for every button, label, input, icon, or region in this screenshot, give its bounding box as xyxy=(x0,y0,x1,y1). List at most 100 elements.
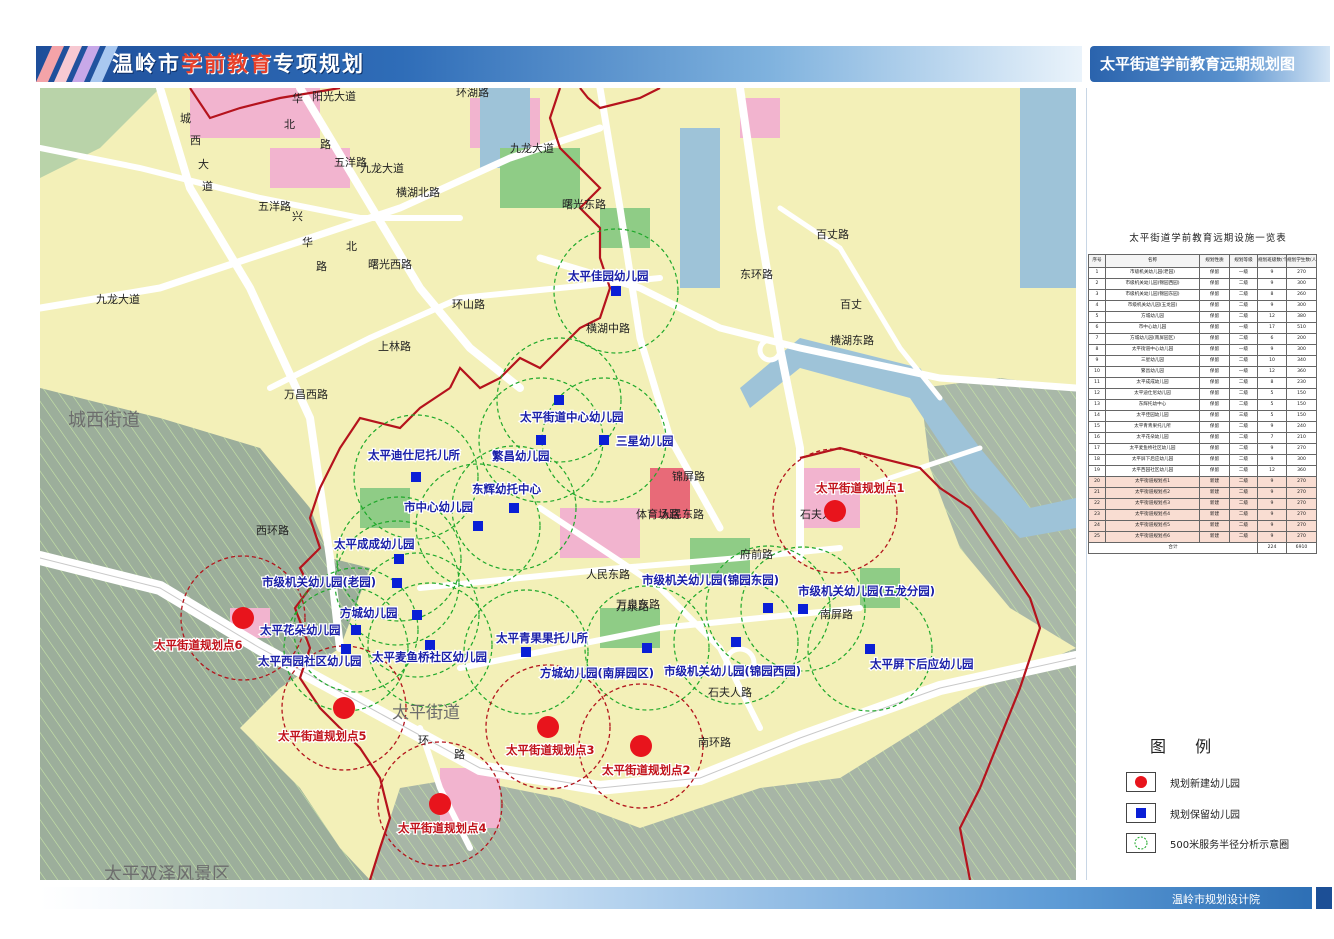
header-title-part: 学前教育 xyxy=(181,52,273,76)
table-cell: 300 xyxy=(1286,300,1317,312)
table-cell: 230 xyxy=(1286,377,1317,389)
table-cell: 新建 xyxy=(1199,531,1230,543)
road-label: 万昌西路 xyxy=(284,388,328,401)
new-kindergarten-marker[interactable] xyxy=(537,716,559,738)
table-cell: 12 xyxy=(1257,465,1287,477)
keep-kindergarten-marker[interactable] xyxy=(341,644,351,654)
table-cell: 20 xyxy=(1088,476,1106,488)
keep-kindergarten-marker[interactable] xyxy=(642,643,652,653)
keep-kindergarten-marker[interactable] xyxy=(425,640,435,650)
table-cell: 19 xyxy=(1088,465,1106,477)
table-cell: 21 xyxy=(1088,487,1106,499)
table-cell: 太平街道规划点6 xyxy=(1105,531,1200,543)
table-cell: 9 xyxy=(1257,476,1287,488)
table-total-cell: 合计 xyxy=(1088,542,1258,554)
road-label: 横湖东路 xyxy=(830,333,874,347)
table-cell: 14 xyxy=(1088,410,1106,422)
table-row: 24 太平街道规划点5 新建 二级 9 270 xyxy=(1088,520,1317,532)
table-cell: 保留 xyxy=(1199,377,1230,389)
table-cell: 9 xyxy=(1257,300,1287,312)
keep-kindergarten-marker[interactable] xyxy=(554,395,564,405)
table-row: 2 市级机关幼儿园(锦园西园) 保留 二级 9 300 xyxy=(1088,278,1317,290)
table-cell: 方城幼儿园 xyxy=(1105,311,1200,323)
keep-kindergarten-marker[interactable] xyxy=(473,521,483,531)
keep-kindergarten-marker[interactable] xyxy=(521,647,531,657)
table-cell: 太平街道规划点3 xyxy=(1105,498,1200,510)
keep-kindergarten-marker[interactable] xyxy=(394,554,404,564)
new-kindergarten-label: 太平街道规划点2 xyxy=(601,763,691,777)
keep-kindergarten-label: 太平西园社区幼儿园 xyxy=(257,654,362,668)
table-cell: 保留 xyxy=(1199,278,1230,290)
road-label: 大 xyxy=(198,157,209,171)
legend-blue-square-icon xyxy=(1126,803,1156,823)
road-label: 北 xyxy=(284,118,295,131)
table-cell: 10 xyxy=(1257,355,1287,367)
keep-kindergarten-marker[interactable] xyxy=(865,644,875,654)
road-label: 五洋路 xyxy=(258,199,291,213)
table-cell: 270 xyxy=(1286,267,1317,279)
table-cell: 保留 xyxy=(1199,465,1230,477)
keep-kindergarten-marker[interactable] xyxy=(412,610,422,620)
table-cell: 二级 xyxy=(1229,476,1258,488)
table-cell: 17 xyxy=(1257,322,1287,334)
keep-kindergarten-marker[interactable] xyxy=(731,637,741,647)
new-kindergarten-marker[interactable] xyxy=(429,793,451,815)
table-cell: 二级 xyxy=(1229,509,1258,521)
table-cell: 保留 xyxy=(1199,454,1230,466)
table-cell: 9 xyxy=(1257,443,1287,455)
table-cell: 510 xyxy=(1286,322,1317,334)
table-cell: 太平青青果托儿所 xyxy=(1105,421,1200,433)
table-cell: 270 xyxy=(1286,498,1317,510)
new-kindergarten-label: 太平街道规划点6 xyxy=(153,638,243,652)
new-kindergarten-marker[interactable] xyxy=(232,607,254,629)
new-kindergarten-marker[interactable] xyxy=(333,697,355,719)
district-label: 太平双泽风景区 xyxy=(104,864,230,880)
legend-label: 规划新建幼儿园 xyxy=(1170,779,1240,790)
table-cell: 太平佳园幼儿园 xyxy=(1105,410,1200,422)
map-canvas[interactable]: 城西街道太平街道太平双泽风景区 阳光大道华北路城西大道五洋路五洋路横湖北路九龙大… xyxy=(40,88,1076,880)
keep-kindergarten-label: 太平佳园幼儿园 xyxy=(567,269,649,283)
table-cell: 保留 xyxy=(1199,344,1230,356)
table-cell: 360 xyxy=(1286,465,1317,477)
table-row: 17 太平麦鱼桥社区幼儿园 保留 二级 9 270 xyxy=(1088,443,1317,455)
table-cell: 新建 xyxy=(1199,476,1230,488)
keep-kindergarten-marker[interactable] xyxy=(599,435,609,445)
new-kindergarten-label: 太平街道规划点5 xyxy=(277,729,367,743)
keep-kindergarten-marker[interactable] xyxy=(611,286,621,296)
keep-kindergarten-marker[interactable] xyxy=(536,435,546,445)
table-total-cell: 6910 xyxy=(1286,542,1317,554)
table-cell: 300 xyxy=(1286,454,1317,466)
table-cell: 5 xyxy=(1088,311,1106,323)
table-cell: 7 xyxy=(1088,333,1106,345)
table-cell: 市级机关幼儿园(锦园东园) xyxy=(1105,289,1200,301)
road-label: 路 xyxy=(320,138,331,151)
keep-kindergarten-label: 方城幼儿园 xyxy=(340,606,398,620)
keep-kindergarten-marker[interactable] xyxy=(411,472,421,482)
table-total-cell: 224 xyxy=(1257,542,1287,554)
keep-kindergarten-marker[interactable] xyxy=(351,625,361,635)
table-cell: 保留 xyxy=(1199,333,1230,345)
planning-map[interactable]: 城西街道 太平街道 太平双泽风景区 阳光大道华北路城西大道五洋路 五洋路 横湖北路 九龙大… xyxy=(40,88,1076,880)
table-cell: 9 xyxy=(1088,355,1106,367)
new-kindergarten-marker[interactable] xyxy=(824,500,846,522)
table-cell: 12 xyxy=(1088,388,1106,400)
keep-kindergarten-marker[interactable] xyxy=(798,604,808,614)
road-label: 路 xyxy=(316,260,327,273)
road-label: 南屏路 xyxy=(820,608,853,621)
table-cell: 4 xyxy=(1088,300,1106,312)
table-row: 5 方城幼儿园 保留 二级 12 380 xyxy=(1088,311,1317,323)
keep-kindergarten-label: 太平麦鱼桥社区幼儿园 xyxy=(371,650,487,664)
table-cell: 5 xyxy=(1257,388,1287,400)
new-kindergarten-marker[interactable] xyxy=(630,735,652,757)
table-cell: 二级 xyxy=(1229,300,1258,312)
table-cell: 2 xyxy=(1088,278,1106,290)
table-cell: 二级 xyxy=(1229,531,1258,543)
table-cell: 9 xyxy=(1257,498,1287,510)
keep-kindergarten-marker[interactable] xyxy=(763,603,773,613)
road-label: 城 xyxy=(180,112,191,125)
keep-kindergarten-marker[interactable] xyxy=(392,578,402,588)
table-cell: 繁昌幼儿园 xyxy=(1105,366,1200,378)
road-label: 华 xyxy=(302,235,313,249)
table-body: 1 市级机关幼儿园(老园) 保留 一级 9 270 2 市级机关幼儿园(锦园西园) 保留 二级 9 3… xyxy=(1088,267,1317,554)
keep-kindergarten-marker[interactable] xyxy=(509,503,519,513)
